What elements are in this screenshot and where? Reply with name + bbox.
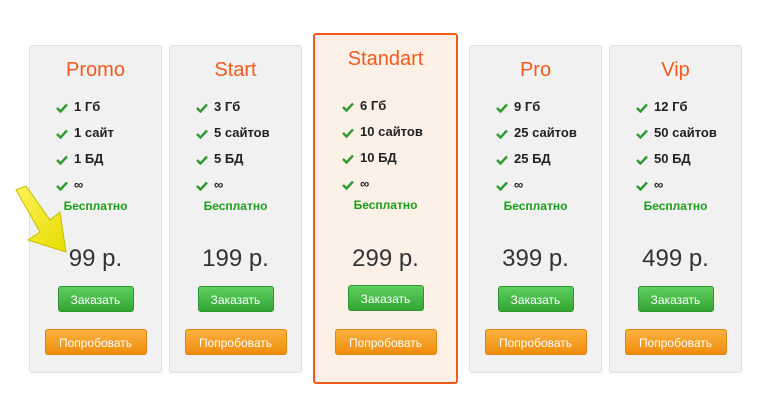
feature-text: 1 сайт [74, 125, 114, 140]
feature-text: 5 БД [214, 151, 244, 166]
feature-text: ∞ [654, 177, 664, 192]
feature-text: ∞ [214, 177, 224, 192]
check-icon [196, 103, 214, 113]
feature-item: 1 БД [56, 146, 114, 172]
feature-item: ∞ [342, 171, 423, 197]
check-icon [636, 103, 654, 113]
plan-card-vip: Vip 12 Гб 50 сайтов 50 БД ∞ Бесплатно 49… [609, 45, 742, 373]
feature-list: 1 Гб 1 сайт 1 БД ∞ [56, 94, 114, 198]
check-icon [56, 155, 74, 165]
feature-item: 12 Гб [636, 94, 717, 120]
try-button[interactable]: Попробовать [44, 329, 147, 355]
check-icon [342, 154, 360, 164]
feature-text: 1 БД [74, 151, 104, 166]
feature-item: 6 Гб [342, 93, 423, 119]
check-icon [496, 155, 514, 165]
feature-item: 5 БД [196, 146, 270, 172]
feature-item: 1 сайт [56, 120, 114, 146]
try-button[interactable]: Попробовать [184, 329, 287, 355]
feature-item: 10 сайтов [342, 119, 423, 145]
try-button[interactable]: Попробовать [624, 329, 727, 355]
check-icon [342, 102, 360, 112]
pricing-plans: Promo 1 Гб 1 сайт 1 БД ∞ Бесплатно 99 р.… [0, 0, 773, 419]
check-icon [56, 129, 74, 139]
feature-text: 25 БД [514, 151, 551, 166]
check-icon [636, 129, 654, 139]
check-icon [636, 155, 654, 165]
order-button[interactable]: Заказать [347, 285, 424, 311]
order-button[interactable]: Заказать [57, 286, 134, 312]
feature-item: 3 Гб [196, 94, 270, 120]
plan-name: Promo [66, 59, 125, 81]
check-icon [56, 103, 74, 113]
order-button[interactable]: Заказать [637, 286, 714, 312]
yellow-arrow-icon [15, 186, 67, 253]
free-label: Бесплатно [643, 199, 708, 213]
feature-item: 50 БД [636, 146, 717, 172]
price: 399 р. [502, 245, 569, 272]
check-icon [636, 181, 654, 191]
feature-text: 1 Гб [74, 99, 101, 114]
feature-text: 50 БД [654, 151, 691, 166]
feature-text: ∞ [74, 177, 84, 192]
price: 199 р. [202, 245, 269, 272]
feature-text: 5 сайтов [214, 125, 270, 140]
plan-card-standart: Standart 6 Гб 10 сайтов 10 БД ∞ Бесплатн… [313, 33, 458, 384]
free-label: Бесплатно [503, 199, 568, 213]
free-label: Бесплатно [353, 198, 418, 212]
try-button[interactable]: Попробовать [484, 329, 587, 355]
feature-list: 9 Гб 25 сайтов 25 БД ∞ [496, 94, 577, 198]
check-icon [496, 129, 514, 139]
feature-text: 6 Гб [360, 98, 387, 113]
plan-card-start: Start 3 Гб 5 сайтов 5 БД ∞ Бесплатно 199… [169, 45, 302, 373]
feature-text: 10 сайтов [360, 124, 423, 139]
price: 499 р. [642, 245, 709, 272]
feature-text: 3 Гб [214, 99, 241, 114]
feature-text: ∞ [514, 177, 524, 192]
feature-item: ∞ [196, 172, 270, 198]
feature-item: 9 Гб [496, 94, 577, 120]
check-icon [496, 181, 514, 191]
check-icon [196, 129, 214, 139]
plan-name: Standart [347, 48, 424, 70]
feature-item: 1 Гб [56, 94, 114, 120]
try-button[interactable]: Попробовать [334, 329, 437, 355]
feature-text: 50 сайтов [654, 125, 717, 140]
feature-item: 10 БД [342, 145, 423, 171]
feature-text: 12 Гб [654, 99, 688, 114]
check-icon [342, 180, 360, 190]
check-icon [196, 181, 214, 191]
feature-item: ∞ [636, 172, 717, 198]
check-icon [496, 103, 514, 113]
feature-text: 9 Гб [514, 99, 541, 114]
feature-text: ∞ [360, 176, 370, 191]
check-icon [196, 155, 214, 165]
feature-list: 12 Гб 50 сайтов 50 БД ∞ [636, 94, 717, 198]
price: 299 р. [352, 245, 419, 272]
feature-list: 3 Гб 5 сайтов 5 БД ∞ [196, 94, 270, 198]
feature-list: 6 Гб 10 сайтов 10 БД ∞ [342, 93, 423, 197]
plan-card-pro: Pro 9 Гб 25 сайтов 25 БД ∞ Бесплатно 399… [469, 45, 602, 373]
plan-name: Start [214, 59, 257, 81]
feature-item: 50 сайтов [636, 120, 717, 146]
feature-text: 25 сайтов [514, 125, 577, 140]
order-button[interactable]: Заказать [197, 286, 274, 312]
feature-item: ∞ [496, 172, 577, 198]
order-button[interactable]: Заказать [497, 286, 574, 312]
feature-item: 25 БД [496, 146, 577, 172]
plan-name: Pro [519, 59, 552, 81]
check-icon [342, 128, 360, 138]
free-label: Бесплатно [203, 199, 268, 213]
feature-text: 10 БД [360, 150, 397, 165]
feature-item: 25 сайтов [496, 120, 577, 146]
plan-name: Vip [661, 59, 690, 81]
feature-item: 5 сайтов [196, 120, 270, 146]
